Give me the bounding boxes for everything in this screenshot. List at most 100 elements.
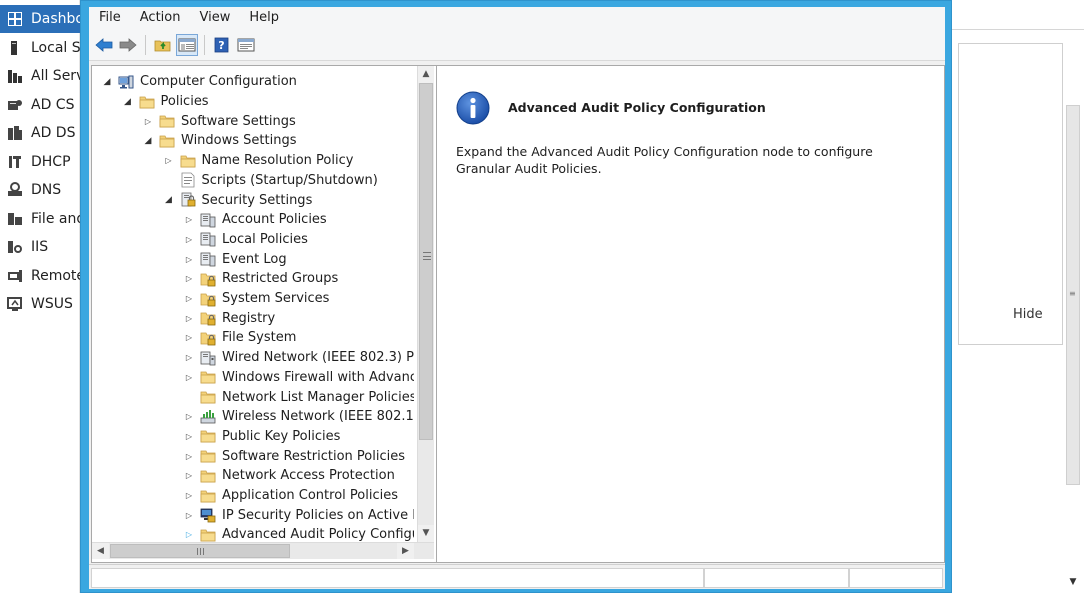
show-hide-tree-icon[interactable] — [176, 33, 198, 56]
console-tree: ◢ Computer Configuration ◢ Policies ▷ Softwar… — [91, 65, 439, 563]
tree-vertical-scrollbar[interactable]: ▲ ▼ — [417, 66, 434, 542]
menu-file[interactable]: File — [89, 7, 130, 29]
security-settings-icon — [180, 192, 196, 208]
tree-horizontal-scrollbar[interactable]: ◀ ▶ — [92, 542, 434, 559]
tree-node[interactable]: ▷ Network Access Protection — [92, 466, 414, 486]
tree-node[interactable]: ▷ System Services — [92, 289, 414, 309]
expanded-arrow-icon[interactable]: ◢ — [123, 96, 133, 108]
collapsed-arrow-icon[interactable]: ▷ — [184, 470, 194, 482]
collapsed-arrow-icon[interactable]: ▷ — [184, 490, 194, 502]
tree-node[interactable]: ▷ Restricted Groups — [92, 269, 414, 289]
tree-node[interactable]: ▷ Name Resolution Policy — [92, 151, 414, 171]
tree-node[interactable]: ▷ Application Control Policies — [92, 486, 414, 506]
collapsed-arrow-icon[interactable]: ▷ — [184, 273, 194, 285]
server-manager-scrollbar[interactable]: ≡ — [1066, 105, 1080, 485]
sidebar-item-dns[interactable]: DNS — [0, 176, 80, 204]
expanded-arrow-icon[interactable]: ◢ — [143, 135, 153, 147]
scroll-left-arrow-icon[interactable]: ◀ — [92, 543, 109, 559]
menu-action[interactable]: Action — [130, 7, 190, 29]
scroll-right-arrow-icon[interactable]: ▶ — [397, 543, 414, 559]
mmc-client-area: File Action View Help ? ◢ Computer Configura… — [89, 7, 945, 589]
tree-vertical-scroll-thumb[interactable] — [419, 83, 433, 440]
toolbar-separator — [204, 34, 205, 55]
computer-config-icon — [118, 74, 134, 90]
scroll-down-arrow-icon[interactable]: ▼ — [418, 525, 434, 542]
collapsed-arrow-icon[interactable]: ▷ — [164, 155, 174, 167]
locked-folder-icon — [200, 330, 216, 346]
tree-node[interactable]: ▷ Windows Firewall with Advanced — [92, 368, 414, 388]
tree-node[interactable]: ▷ Local Policies — [92, 230, 414, 250]
tree-node[interactable]: ▷ Event Log — [92, 249, 414, 269]
back-arrow-icon[interactable] — [93, 34, 115, 56]
properties-icon[interactable] — [235, 34, 257, 56]
tree-node[interactable]: ▷ Advanced Audit Policy Configura — [92, 525, 414, 542]
collapsed-arrow-icon[interactable]: ▷ — [184, 450, 194, 462]
folder-icon — [200, 468, 216, 484]
scroll-down-arrow-icon[interactable]: ▼ — [1067, 577, 1079, 587]
sidebar-item-all-servers[interactable]: All Serv — [0, 62, 80, 90]
iis-icon — [7, 239, 23, 255]
details-pane: Advanced Audit Policy Configuration Expa… — [436, 65, 945, 563]
menu-help[interactable]: Help — [239, 7, 288, 29]
expanded-arrow-icon[interactable]: ◢ — [102, 76, 112, 88]
tree-node[interactable]: ◢ Policies — [92, 92, 414, 112]
tree-node[interactable]: ▷ File System — [92, 328, 414, 348]
sidebar-item-local-server[interactable]: Local S — [0, 34, 80, 62]
script-icon — [180, 172, 196, 188]
expanded-arrow-icon[interactable]: ◢ — [164, 194, 174, 206]
folder-icon — [200, 488, 216, 504]
collapsed-arrow-icon[interactable]: ▷ — [184, 371, 194, 383]
tree-node-label: Computer Configuration — [140, 74, 297, 90]
all-servers-icon — [7, 68, 23, 84]
file-storage-icon — [7, 211, 23, 227]
collapsed-arrow-icon[interactable]: ▷ — [184, 411, 194, 423]
menu-view[interactable]: View — [189, 7, 239, 29]
sidebar-item-iis[interactable]: IIS — [0, 233, 80, 261]
wsus-icon — [7, 296, 23, 312]
collapsed-arrow-icon[interactable]: ▷ — [184, 312, 194, 324]
collapsed-arrow-icon[interactable]: ▷ — [184, 253, 194, 265]
tree-node[interactable]: Network List Manager Policies — [92, 387, 414, 407]
tree-node[interactable]: ◢ Security Settings — [92, 190, 414, 210]
collapsed-arrow-icon[interactable]: ▷ — [184, 332, 194, 344]
forward-arrow-icon[interactable] — [117, 34, 139, 56]
hide-link[interactable]: Hide — [1013, 307, 1043, 322]
sidebar-item-wsus[interactable]: WSUS — [0, 290, 80, 318]
tree-node[interactable]: Scripts (Startup/Shutdown) — [92, 171, 414, 191]
sidebar-item-ad-cs[interactable]: AD CS — [0, 91, 80, 119]
tree-node[interactable]: ▷ Wired Network (IEEE 802.3) Polici — [92, 348, 414, 368]
tree-node-label: Security Settings — [201, 192, 313, 208]
ad-ds-icon — [7, 125, 23, 141]
folder-icon — [159, 133, 175, 149]
tree-node[interactable]: ▷ Wireless Network (IEEE 802.11) Po — [92, 407, 414, 427]
sidebar-item-file-storage[interactable]: File and — [0, 205, 80, 233]
collapsed-arrow-icon[interactable]: ▷ — [184, 509, 194, 521]
collapsed-arrow-icon[interactable]: ▷ — [184, 293, 194, 305]
collapsed-arrow-icon[interactable]: ▷ — [184, 352, 194, 364]
tree-node[interactable]: ▷ IP Security Policies on Active Dire — [92, 505, 414, 525]
tree-horizontal-scroll-thumb[interactable] — [110, 544, 290, 558]
tree-node[interactable]: ▷ Public Key Policies — [92, 427, 414, 447]
collapsed-arrow-icon[interactable]: ▷ — [184, 529, 194, 541]
sidebar-item-label: AD DS — [31, 125, 76, 141]
collapsed-arrow-icon[interactable]: ▷ — [184, 430, 194, 442]
up-folder-icon[interactable] — [152, 34, 174, 56]
collapsed-arrow-icon[interactable]: ▷ — [143, 115, 153, 127]
tree-node[interactable]: ◢ Windows Settings — [92, 131, 414, 151]
tree-node[interactable]: ▷ Account Policies — [92, 210, 414, 230]
tree-node[interactable]: ▷ Software Restriction Policies — [92, 446, 414, 466]
collapsed-arrow-icon[interactable]: ▷ — [184, 233, 194, 245]
tree-node-label: Name Resolution Policy — [201, 153, 354, 169]
server-manager-tile — [958, 43, 1063, 345]
help-icon[interactable]: ? — [211, 34, 233, 56]
tree-node[interactable]: ◢ Computer Configuration — [92, 72, 414, 92]
scroll-up-arrow-icon[interactable]: ▲ — [418, 66, 434, 83]
sidebar-item-ad-ds[interactable]: AD DS — [0, 119, 80, 147]
sidebar-item-dhcp[interactable]: DHCP — [0, 148, 80, 176]
tree-node[interactable]: ▷ Registry — [92, 308, 414, 328]
toolbar: ? — [89, 29, 945, 61]
sidebar-item-remote-access[interactable]: Remote — [0, 262, 80, 290]
sidebar-item-dashboard[interactable]: Dashbo — [0, 5, 80, 33]
tree-node[interactable]: ▷ Software Settings — [92, 111, 414, 131]
collapsed-arrow-icon[interactable]: ▷ — [184, 214, 194, 226]
